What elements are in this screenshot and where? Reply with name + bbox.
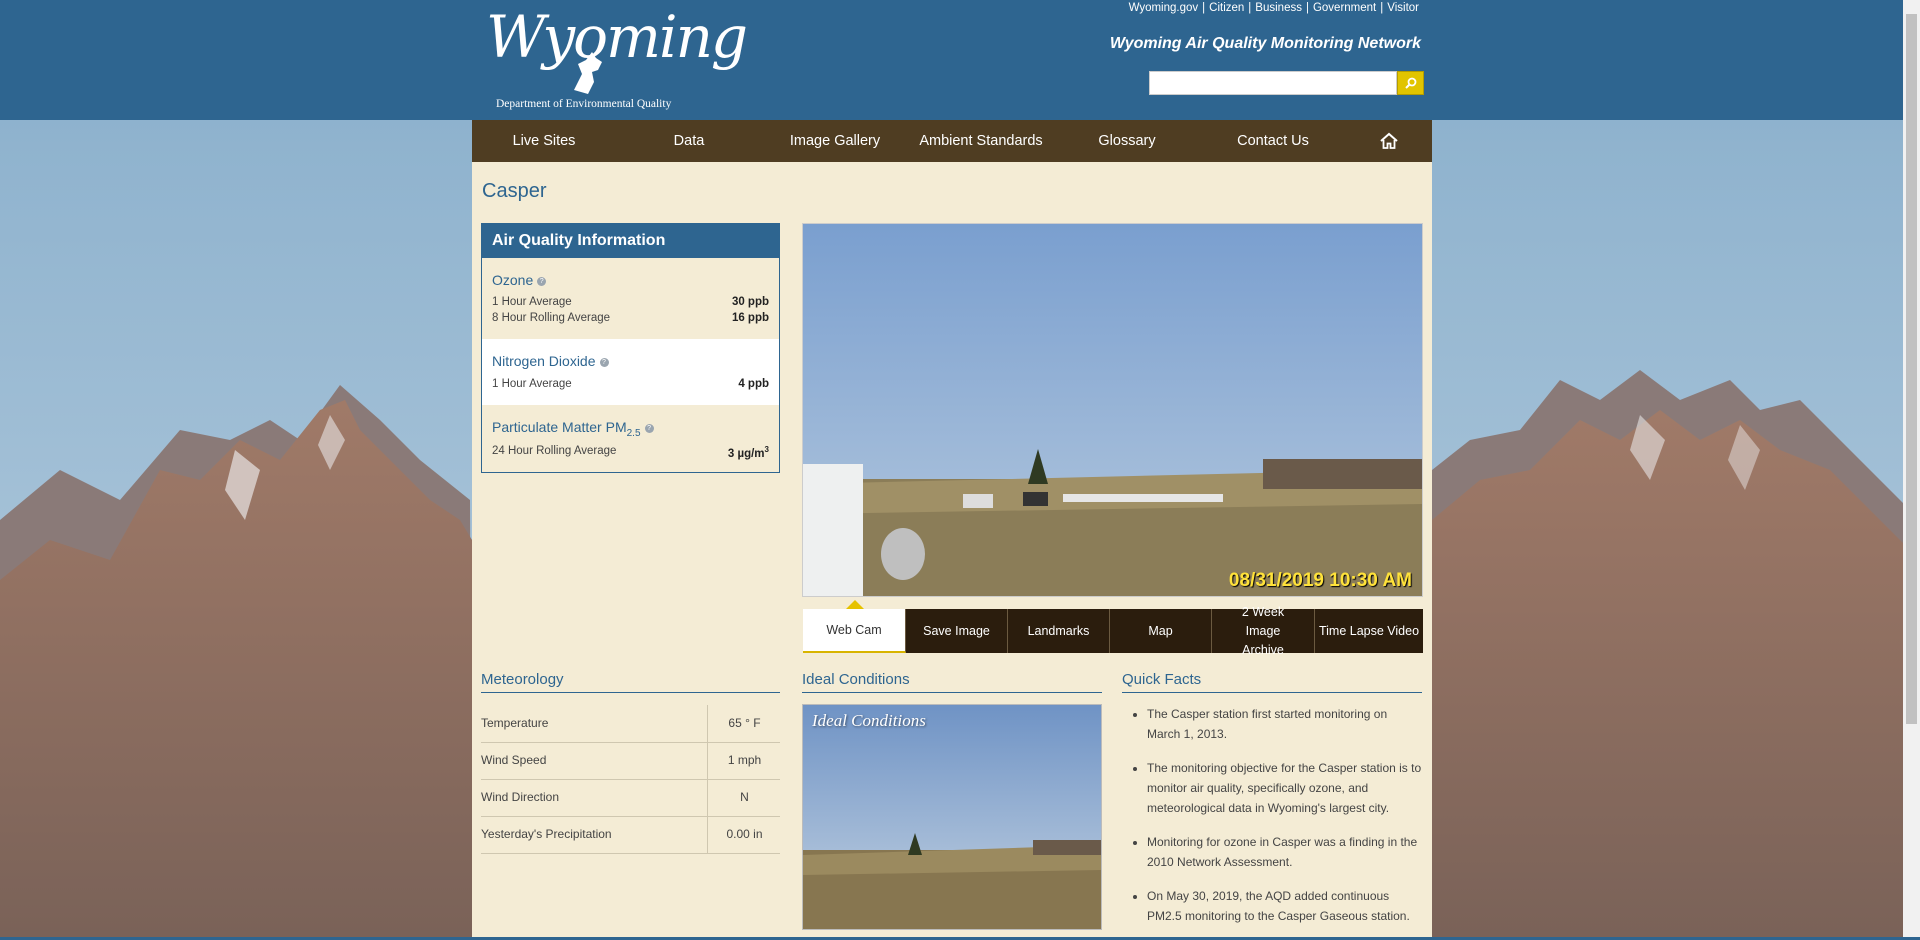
- quick-fact-item: On May 30, 2019, the AQD added continuou…: [1147, 886, 1422, 926]
- tab-landmarks[interactable]: Landmarks: [1008, 609, 1110, 653]
- tab-save-image[interactable]: Save Image: [906, 609, 1008, 653]
- tab-2-week-archive[interactable]: 2 Week Image Archive: [1212, 605, 1315, 657]
- met-row-wind-direction: Wind Direction N: [481, 779, 780, 817]
- air-quality-title: Air Quality Information: [482, 224, 779, 258]
- air-quality-panel: Air Quality Information Ozone? 1 Hour Av…: [481, 223, 780, 473]
- home-icon: [1380, 132, 1398, 149]
- quick-fact-item: Monitoring for ozone in Casper was a fin…: [1147, 832, 1422, 872]
- quick-fact-item: The Casper station first started monitor…: [1147, 704, 1422, 744]
- page-scrollbar[interactable]: [1903, 0, 1920, 937]
- webcam-timestamp: 08/31/2019 10:30 AM: [1228, 570, 1412, 591]
- nav-contact-us[interactable]: Contact Us: [1200, 120, 1346, 162]
- nav-data[interactable]: Data: [616, 120, 762, 162]
- ozone-8h-row: 8 Hour Rolling Average 16 ppb: [492, 312, 769, 324]
- search-button[interactable]: [1397, 71, 1424, 95]
- site-tagline: Wyoming Air Quality Monitoring Network: [1109, 35, 1421, 52]
- ozone-label: Ozone?: [492, 272, 547, 288]
- met-row-wind-speed: Wind Speed 1 mph: [481, 742, 780, 780]
- pm25-24h-row: 24 Hour Rolling Average 3 µg/m3: [492, 445, 769, 460]
- quick-facts-title: Quick Facts: [1122, 671, 1422, 693]
- no2-label: Nitrogen Dioxide?: [492, 353, 609, 369]
- top-link-business[interactable]: Business: [1255, 2, 1302, 14]
- top-links: Wyoming.gov | Citizen | Business | Government |…: [1128, 2, 1419, 14]
- quick-facts-list: The Casper station first started monitor…: [1122, 704, 1422, 940]
- ideal-scene: [803, 705, 1101, 929]
- nav-home[interactable]: [1346, 120, 1432, 162]
- quick-fact-item: The monitoring objective for the Casper …: [1147, 758, 1422, 818]
- logo-subtitle: Department of Environmental Quality: [496, 98, 672, 110]
- pm25-label: Particulate Matter PM2.5?: [492, 419, 654, 439]
- ozone-1h-row: 1 Hour Average 30 ppb: [492, 296, 769, 308]
- webcam-tabs: Web Cam Save Image Landmarks Map 2 Week …: [803, 605, 1423, 657]
- logo-wordmark: Wyoming: [486, 3, 748, 71]
- webcam-scene: [803, 224, 1422, 596]
- top-link-visitor[interactable]: Visitor: [1387, 2, 1419, 14]
- wyoming-deq-logo[interactable]: Wyoming Department of Environmental Qual…: [484, 0, 748, 116]
- no2-1h-row: 1 Hour Average 4 ppb: [492, 378, 769, 390]
- help-icon[interactable]: ?: [537, 276, 547, 286]
- no2-section: Nitrogen Dioxide? 1 Hour Average 4 ppb: [482, 339, 779, 405]
- tab-time-lapse-video[interactable]: Time Lapse Video: [1315, 609, 1423, 653]
- nav-image-gallery[interactable]: Image Gallery: [762, 120, 908, 162]
- tab-map[interactable]: Map: [1110, 609, 1212, 653]
- pm25-section: Particulate Matter PM2.5? 24 Hour Rollin…: [482, 405, 779, 472]
- help-icon[interactable]: ?: [644, 423, 654, 433]
- ozone-section: Ozone? 1 Hour Average 30 ppb 8 Hour Rolli…: [482, 258, 779, 339]
- nav-live-sites[interactable]: Live Sites: [472, 120, 616, 162]
- help-icon[interactable]: ?: [599, 357, 609, 367]
- top-link-citizen[interactable]: Citizen: [1209, 2, 1244, 14]
- met-row-precipitation: Yesterday's Precipitation 0.00 in: [481, 816, 780, 854]
- top-link-wyoming-gov[interactable]: Wyoming.gov: [1129, 2, 1199, 14]
- main-navigation: Live Sites Data Image Gallery Ambient St…: [472, 120, 1432, 162]
- ideal-conditions-label: Ideal Conditions: [812, 711, 926, 730]
- webcam-image[interactable]: 08/31/2019 10:30 AM: [802, 223, 1423, 597]
- tab-web-cam[interactable]: Web Cam: [803, 609, 906, 653]
- search-icon: [1404, 77, 1416, 89]
- scrollbar-thumb[interactable]: [1906, 14, 1917, 724]
- site-header: Wyoming Department of Environmental Qual…: [0, 0, 1920, 120]
- bucking-horse-icon: [574, 52, 602, 94]
- content-column: Live Sites Data Image Gallery Ambient St…: [472, 120, 1432, 937]
- ideal-conditions-title: Ideal Conditions: [802, 671, 1102, 693]
- page-title: Casper: [482, 180, 547, 202]
- ideal-conditions-image: Ideal Conditions: [802, 704, 1102, 930]
- top-link-government[interactable]: Government: [1313, 2, 1376, 14]
- meteorology-title: Meteorology: [481, 671, 780, 693]
- header-inner: Wyoming Department of Environmental Qual…: [472, 0, 1432, 120]
- nav-ambient-standards[interactable]: Ambient Standards: [908, 120, 1054, 162]
- nav-glossary[interactable]: Glossary: [1054, 120, 1200, 162]
- search-input[interactable]: [1149, 71, 1397, 95]
- met-row-temperature: Temperature 65 ° F: [481, 705, 780, 743]
